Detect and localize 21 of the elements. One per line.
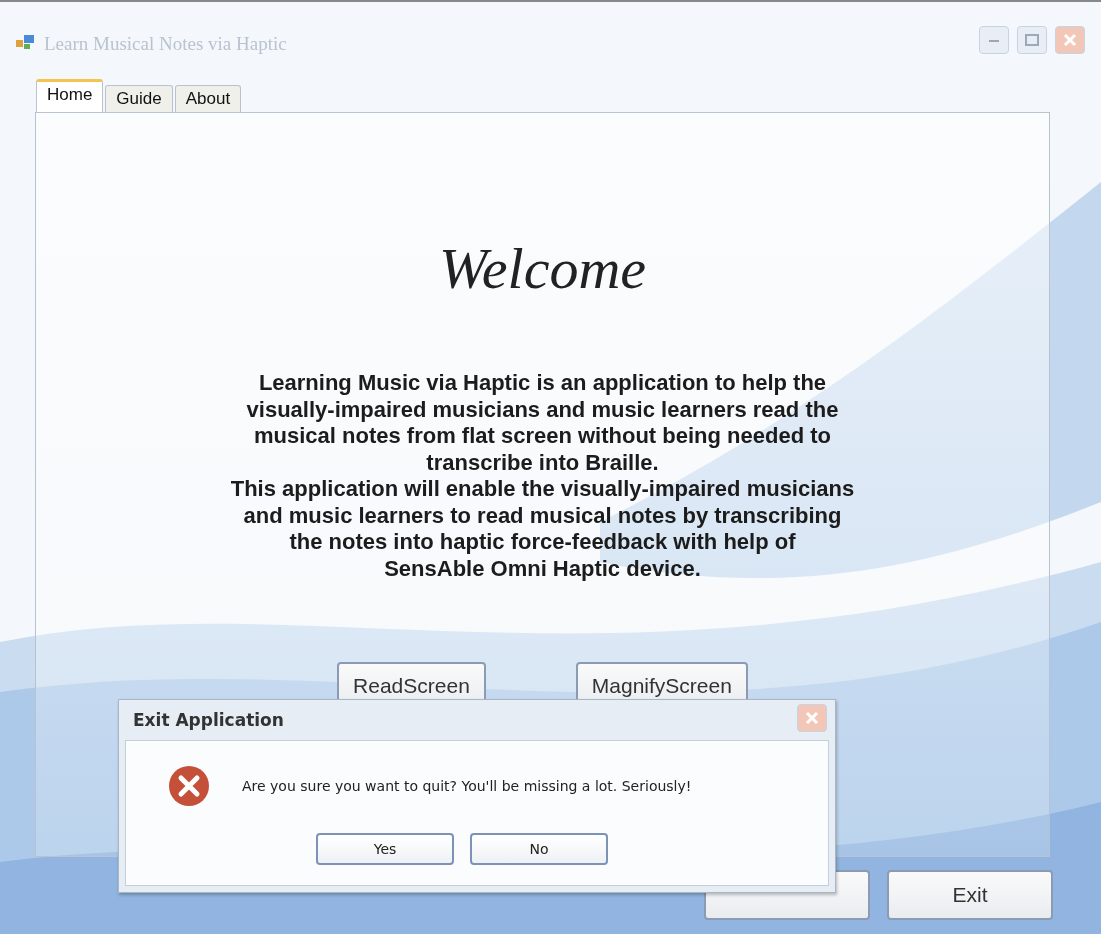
description-text: Learning Music via Haptic is an application to help the visually-impaired musicians and music learners read the musical notes from flat screen without being needed to transcribe into Braille. This application will enable the visually-impaired musicians and music learners to read musical notes by transcribing the notes into haptic force-feedback with help of SensAble Omni Haptic device. bbox=[229, 370, 856, 582]
exit-button[interactable]: Exit bbox=[887, 870, 1053, 920]
dialog-title: Exit Application bbox=[133, 710, 284, 730]
tab[interactable]: Guide bbox=[105, 85, 173, 112]
dialog-close-button[interactable] bbox=[797, 704, 827, 732]
minimize-icon bbox=[989, 38, 999, 42]
welcome-heading: Welcome bbox=[438, 235, 647, 302]
close-button[interactable] bbox=[1055, 26, 1085, 54]
no-button[interactable]: No bbox=[470, 833, 608, 865]
app-icon bbox=[16, 34, 36, 50]
yes-button[interactable]: Yes bbox=[316, 833, 454, 865]
maximize-button[interactable] bbox=[1017, 26, 1047, 54]
window-title: Learn Musical Notes via Haptic bbox=[44, 32, 288, 55]
minimize-button[interactable] bbox=[979, 26, 1009, 54]
tab[interactable]: Home bbox=[36, 79, 104, 112]
error-icon bbox=[168, 765, 210, 807]
tab[interactable]: About bbox=[174, 85, 242, 112]
close-icon bbox=[805, 711, 819, 725]
maximize-icon bbox=[1025, 34, 1039, 46]
close-icon bbox=[1063, 33, 1077, 47]
dialog-message: Are you sure you want to quit? You'll be missing a lot. Seriously! bbox=[242, 778, 692, 794]
